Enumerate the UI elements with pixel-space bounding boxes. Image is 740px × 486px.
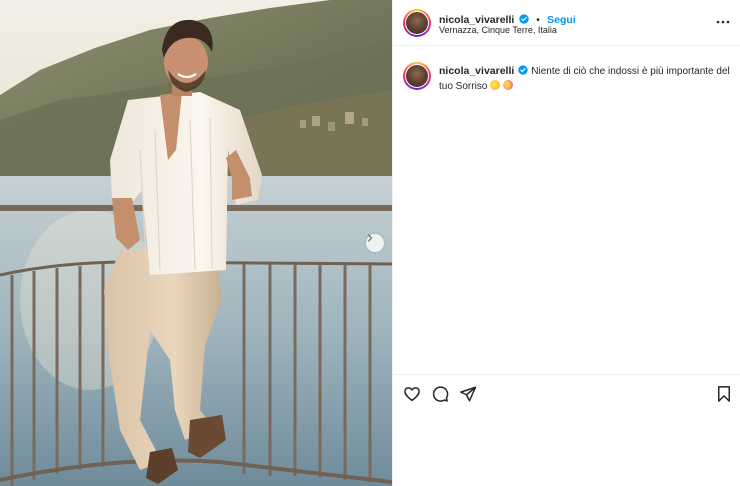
smiling-face-emoji <box>490 80 501 90</box>
verified-badge-icon <box>518 65 528 75</box>
caption-avatar[interactable] <box>403 62 431 90</box>
blushing-face-emoji <box>503 80 514 90</box>
post-caption: nicola_vivarelli Niente di ciò che indos… <box>439 64 735 94</box>
heart-icon[interactable] <box>403 385 421 403</box>
post-actions-bar <box>393 374 740 414</box>
avatar-image <box>405 11 429 35</box>
share-icon[interactable] <box>459 385 477 403</box>
post-header: nicola_vivarelli • Segui Vernazza, Cinqu… <box>393 0 740 46</box>
post-photo[interactable] <box>0 0 392 486</box>
caption-avatar-image <box>405 64 429 88</box>
instagram-post: nicola_vivarelli • Segui Vernazza, Cinqu… <box>0 0 740 486</box>
comment-icon[interactable] <box>431 385 449 403</box>
chevron-right-icon <box>367 234 373 242</box>
caption-username[interactable]: nicola_vivarelli <box>439 65 514 77</box>
avatar[interactable] <box>403 9 431 37</box>
photo-illustration <box>0 0 392 486</box>
verified-badge-icon <box>519 14 529 24</box>
carousel-next-button[interactable] <box>366 234 384 252</box>
post-details-panel: nicola_vivarelli • Segui Vernazza, Cinqu… <box>392 0 740 486</box>
location-link[interactable]: Vernazza, Cinque Terre, Italia <box>439 25 557 35</box>
more-options-icon[interactable] <box>715 14 731 30</box>
bookmark-icon[interactable] <box>715 385 733 403</box>
